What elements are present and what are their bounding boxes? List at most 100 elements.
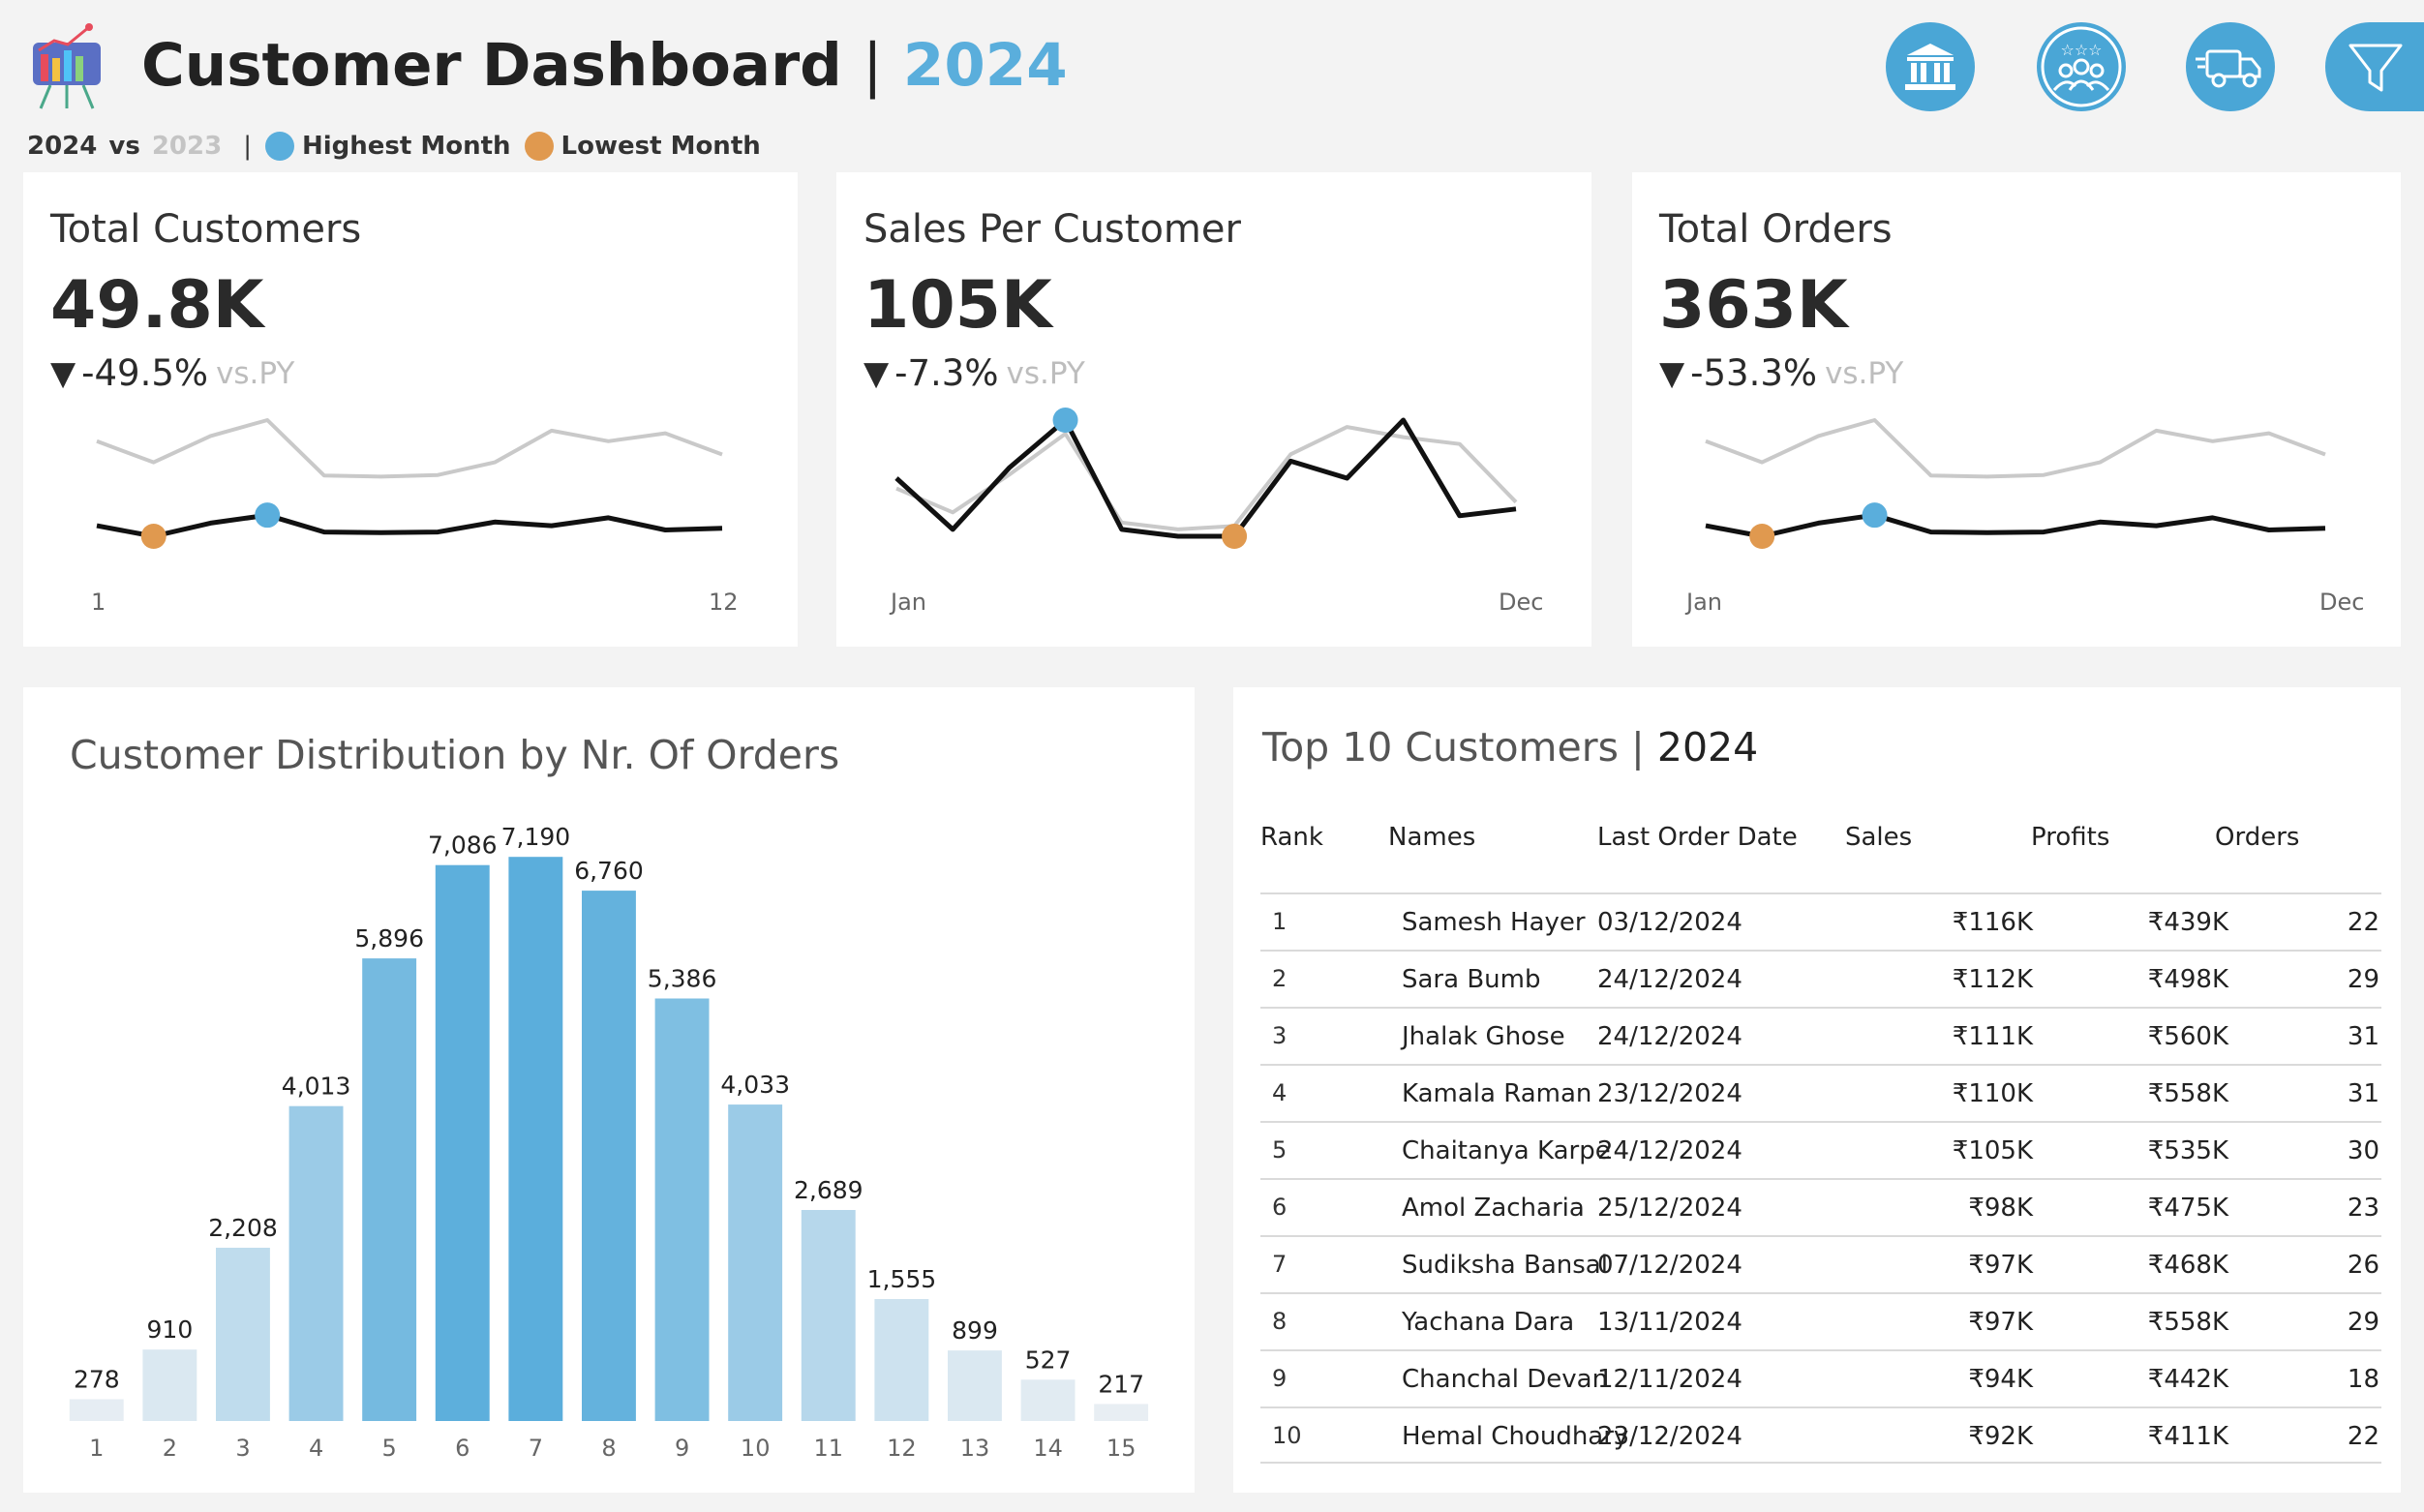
lowest-month-point[interactable]	[1749, 524, 1775, 549]
x-tick-label: 9	[675, 1435, 689, 1462]
col-header-rank[interactable]: Rank	[1260, 823, 1323, 852]
cell-rank: 8	[1272, 1308, 1288, 1335]
bar-data-label: 2,208	[208, 1214, 278, 1242]
bar-4[interactable]	[288, 1105, 344, 1421]
x-tick-label: 10	[741, 1435, 771, 1462]
table-row[interactable]: 8 Yachana Dara 13/11/2024 ₹97K ₹558K 29	[1260, 1292, 2381, 1349]
kpi-card-total-customers: Total Customers 49.8K ▼ -49.5% vs.PY 1 1…	[23, 172, 798, 647]
cell-rank: 7	[1272, 1251, 1288, 1278]
kpi-axis-end: Dec	[2319, 589, 2365, 616]
cell-profits: ₹558K	[2147, 1308, 2228, 1337]
delivery-truck-icon[interactable]	[2186, 22, 2275, 111]
cell-name: Amol Zacharia	[1402, 1194, 1585, 1223]
bar-data-label: 527	[1025, 1346, 1072, 1374]
bar-13[interactable]	[948, 1350, 1002, 1421]
bar-data-label: 4,033	[720, 1071, 790, 1099]
cell-last-order-date: 12/11/2024	[1597, 1365, 1742, 1394]
cell-profits: ₹442K	[2147, 1365, 2228, 1394]
legend-separator: |	[243, 132, 252, 161]
x-tick-label: 14	[1033, 1435, 1063, 1462]
table-row[interactable]: 7 Sudiksha Bansal 07/12/2024 ₹97K ₹468K 26	[1260, 1235, 2381, 1292]
highest-month-point[interactable]	[255, 502, 281, 529]
cell-last-order-date: 25/12/2024	[1597, 1194, 1742, 1223]
cell-last-order-date: 03/12/2024	[1597, 908, 1742, 937]
bar-14[interactable]	[1020, 1379, 1076, 1421]
bar-data-label: 6,760	[574, 857, 644, 885]
distribution-bar-chart: 278191022,20834,01345,89657,08667,19076,…	[69, 823, 1149, 1462]
cell-sales: ₹112K	[1952, 965, 2033, 994]
bar-6[interactable]	[435, 864, 490, 1421]
cell-sales: ₹94K	[1968, 1365, 2033, 1394]
current-year-line	[1705, 512, 2326, 539]
bar-data-label: 7,086	[428, 832, 498, 860]
lowest-month-point[interactable]	[1222, 524, 1248, 549]
x-tick-label: 11	[814, 1435, 844, 1462]
bar-15[interactable]	[1094, 1404, 1149, 1421]
previous-year-line	[1705, 418, 2326, 479]
distribution-card: Customer Distribution by Nr. Of Orders 2…	[23, 687, 1195, 1493]
cell-last-order-date: 24/12/2024	[1597, 1136, 1742, 1165]
cell-profits: ₹439K	[2147, 908, 2228, 937]
cell-sales: ₹92K	[1968, 1422, 2033, 1451]
lowest-month-point[interactable]	[140, 524, 167, 549]
highest-month-point[interactable]	[1052, 408, 1078, 433]
table-row[interactable]: 9 Chanchal Devan 12/11/2024 ₹94K ₹442K 18	[1260, 1349, 2381, 1406]
table-row[interactable]: 5 Chaitanya Karpe 24/12/2024 ₹105K ₹535K 30	[1260, 1121, 2381, 1178]
x-tick-label: 1	[89, 1435, 104, 1462]
cell-orders: 23	[2347, 1194, 2379, 1223]
bar-2[interactable]	[142, 1349, 197, 1421]
cell-sales: ₹98K	[1968, 1194, 2033, 1223]
table-row[interactable]: 4 Kamala Raman 23/12/2024 ₹110K ₹558K 31	[1260, 1064, 2381, 1121]
cell-profits: ₹535K	[2147, 1136, 2228, 1165]
table-row[interactable]: 10 Hemal Choudhary 23/12/2024 ₹92K ₹411K 22	[1260, 1406, 2381, 1464]
cell-rank: 1	[1272, 908, 1288, 935]
cell-name: Yachana Dara	[1402, 1308, 1575, 1337]
cell-last-order-date: 24/12/2024	[1597, 1022, 1742, 1051]
x-tick-label: 12	[887, 1435, 917, 1462]
bank-icon[interactable]	[1886, 22, 1975, 111]
bar-1[interactable]	[69, 1399, 124, 1422]
bar-5[interactable]	[362, 958, 417, 1421]
table-row[interactable]: 1 Samesh Hayer 03/12/2024 ₹116K ₹439K 22	[1260, 892, 2381, 950]
bar-data-label: 2,689	[794, 1176, 864, 1204]
bar-11[interactable]	[801, 1210, 856, 1421]
bar-data-label: 4,013	[282, 1073, 351, 1101]
cell-sales: ₹110K	[1952, 1079, 2033, 1108]
kpi-sparkline	[96, 418, 723, 549]
x-tick-label: 6	[455, 1435, 470, 1462]
cell-last-order-date: 13/11/2024	[1597, 1308, 1742, 1337]
customers-icon[interactable]: ☆☆☆	[2037, 22, 2126, 111]
bar-12[interactable]	[874, 1299, 929, 1421]
col-header-last-order-date[interactable]: Last Order Date	[1597, 823, 1798, 852]
table-title-year: 2024	[1656, 724, 1759, 771]
col-header-profits[interactable]: Profits	[2031, 823, 2109, 852]
bar-3[interactable]	[216, 1248, 270, 1421]
bar-7[interactable]	[508, 857, 563, 1421]
kpi-axis-end: 12	[709, 589, 739, 616]
col-header-sales[interactable]: Sales	[1845, 823, 1912, 852]
legend-lowest-label: Lowest Month	[561, 132, 761, 161]
filter-icon[interactable]	[2325, 22, 2424, 111]
bar-10[interactable]	[728, 1104, 783, 1421]
current-year-line	[96, 512, 723, 539]
col-header-orders[interactable]: Orders	[2215, 823, 2299, 852]
cell-sales: ₹116K	[1952, 908, 2033, 937]
x-tick-label: 5	[382, 1435, 397, 1462]
x-tick-label: 15	[1106, 1435, 1136, 1462]
cell-name: Kamala Raman	[1402, 1079, 1592, 1108]
cell-orders: 29	[2347, 965, 2379, 994]
bar-9[interactable]	[654, 998, 710, 1422]
table-row[interactable]: 3 Jhalak Ghose 24/12/2024 ₹111K ₹560K 31	[1260, 1007, 2381, 1064]
cell-name: Chaitanya Karpe	[1402, 1136, 1611, 1165]
previous-year-line	[96, 418, 723, 479]
table-row[interactable]: 2 Sara Bumb 24/12/2024 ₹112K ₹498K 29	[1260, 950, 2381, 1007]
cell-sales: ₹97K	[1968, 1251, 2033, 1280]
table-row[interactable]: 6 Amol Zacharia 25/12/2024 ₹98K ₹475K 23	[1260, 1178, 2381, 1235]
bar-8[interactable]	[582, 891, 636, 1421]
col-header-names[interactable]: Names	[1388, 823, 1475, 852]
kpi-sparkline	[1705, 418, 2326, 549]
cell-orders: 22	[2347, 908, 2379, 937]
current-year-line	[894, 417, 1517, 539]
page-title: Customer Dashboard | 2024	[141, 31, 1068, 100]
highest-month-point[interactable]	[1862, 502, 1888, 529]
